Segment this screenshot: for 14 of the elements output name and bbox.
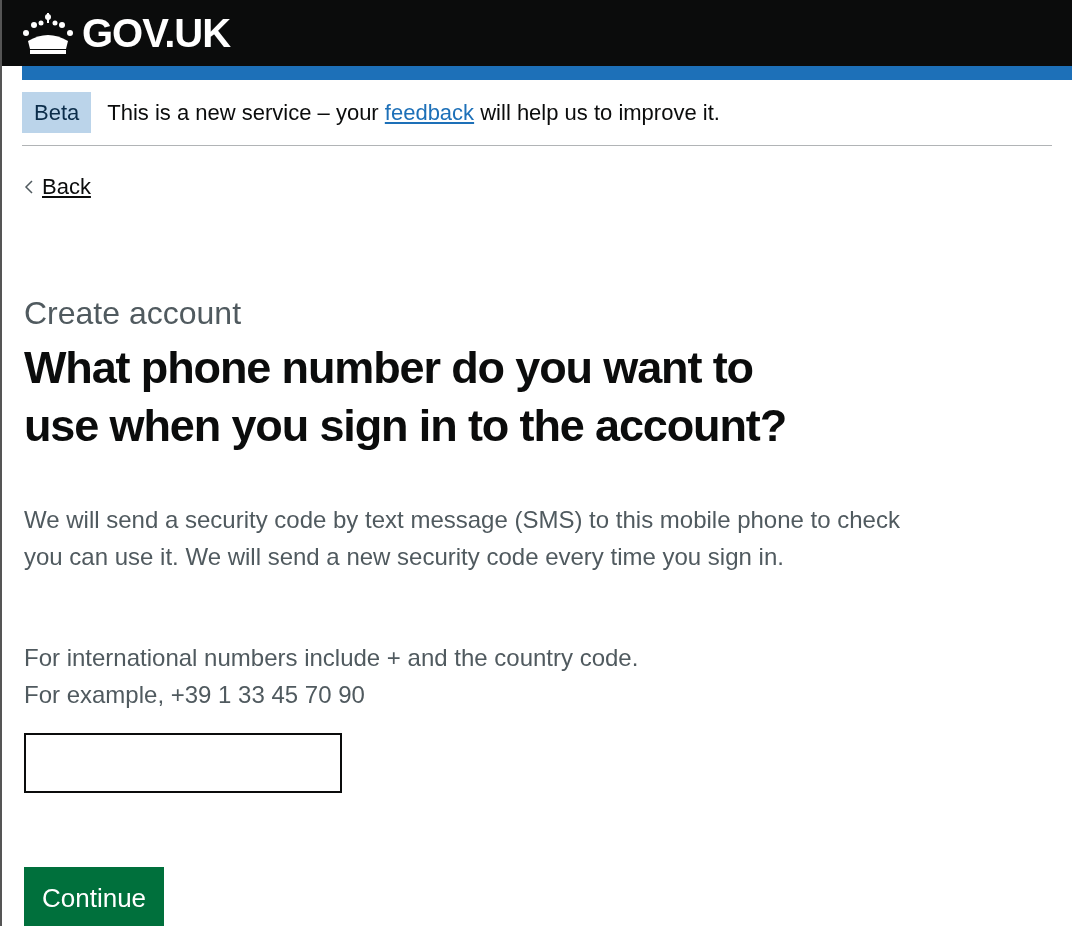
body-text: We will send a security code by text message (SMS) to this mobile phone to check you can use it. We will send a new security code every time you sign in. <box>24 505 901 572</box>
govuk-logo[interactable]: GOV.UK <box>82 13 231 53</box>
hint-text: For example, +39 1 33 45 70 90 <box>24 680 366 710</box>
continue-button[interactable]: Continue <box>24 867 165 926</box>
back-link[interactable]: Back <box>24 170 91 203</box>
phone-number-field[interactable] <box>24 733 342 793</box>
crown-icon <box>22 11 74 55</box>
chevron-left-icon <box>24 178 34 195</box>
beta-tag: Beta <box>22 92 92 133</box>
caption: Create account <box>24 294 242 333</box>
hint-text: For international numbers include + and the country code. <box>24 643 640 673</box>
page-heading: What phone number do you want to use when you sign in to the account? <box>24 341 788 453</box>
feedback-link[interactable]: feedback <box>384 100 475 125</box>
phase-banner-text: This is a new service – your feedback will help us to improve it. <box>107 99 720 127</box>
